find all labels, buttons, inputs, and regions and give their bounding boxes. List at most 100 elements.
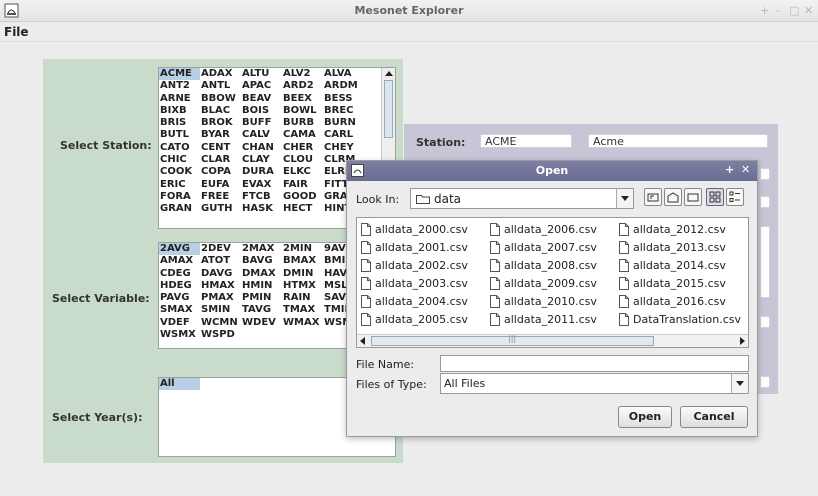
station-option[interactable]: BUFF [241, 117, 282, 129]
variable-option[interactable]: 2MIN [282, 243, 323, 255]
station-option[interactable]: GRAN [159, 203, 200, 215]
variable-option[interactable]: BMAX [282, 255, 323, 267]
variable-option[interactable]: TAVG [241, 304, 282, 316]
station-option[interactable]: BLAC [200, 105, 241, 117]
scroll-left-arrow-icon[interactable] [360, 337, 365, 345]
station-option[interactable]: ALV2 [282, 68, 323, 80]
variable-option[interactable]: CDEG [159, 268, 200, 280]
file-item[interactable]: DataTranslation.csv [619, 312, 741, 330]
variable-option[interactable]: HMIN [241, 280, 282, 292]
station-option[interactable]: BURN [323, 117, 364, 129]
window-pin-button[interactable]: + [760, 4, 769, 17]
dialog-pin-button[interactable]: + [725, 163, 734, 176]
file-item[interactable]: alldata_2015.csv [619, 276, 741, 294]
variable-option[interactable]: WSPD [200, 329, 241, 341]
station-option[interactable]: EVAX [241, 179, 282, 191]
window-maximize-button[interactable]: □ [789, 4, 799, 17]
station-option[interactable]: CHER [282, 142, 323, 154]
scroll-up-arrow-icon[interactable] [385, 71, 393, 76]
variable-option[interactable]: 2MAX [241, 243, 282, 255]
station-option[interactable]: BEEX [282, 93, 323, 105]
file-item[interactable]: alldata_2010.csv [490, 294, 597, 312]
file-item[interactable]: alldata_2005.csv [361, 312, 468, 330]
list-view-button[interactable] [706, 188, 724, 206]
station-option[interactable]: CAMA [282, 129, 323, 141]
cancel-button[interactable]: Cancel [680, 406, 748, 428]
file-list-hscrollbar[interactable]: ||| [357, 334, 748, 347]
variable-option[interactable]: VDEF [159, 317, 200, 329]
file-item[interactable]: alldata_2008.csv [490, 258, 597, 276]
file-item[interactable]: alldata_2011.csv [490, 312, 597, 330]
station-option[interactable]: ALVA [323, 68, 364, 80]
variable-option[interactable]: HTMX [282, 280, 323, 292]
new-folder-button[interactable] [684, 188, 702, 206]
station-option[interactable]: HASK [241, 203, 282, 215]
scroll-thumb[interactable]: ||| [371, 334, 654, 346]
file-item[interactable]: alldata_2012.csv [619, 222, 741, 240]
station-option[interactable]: CENT [200, 142, 241, 154]
station-option[interactable]: ARNE [159, 93, 200, 105]
variable-option[interactable]: 2DEV [200, 243, 241, 255]
variable-option[interactable]: HMAX [200, 280, 241, 292]
station-option[interactable]: CARL [323, 129, 364, 141]
year-option[interactable]: All [159, 378, 200, 391]
station-option[interactable]: ERIC [159, 179, 200, 191]
station-option[interactable]: ADAX [200, 68, 241, 80]
station-option[interactable]: COOK [159, 166, 200, 178]
station-option[interactable]: COPA [200, 166, 241, 178]
details-view-button[interactable] [726, 188, 744, 206]
file-item[interactable]: alldata_2009.csv [490, 276, 597, 294]
window-close-button[interactable]: ✕ [804, 4, 813, 17]
station-option[interactable]: FAIR [282, 179, 323, 191]
station-option[interactable]: BESS [323, 93, 364, 105]
station-option[interactable]: ALTU [241, 68, 282, 80]
variable-option[interactable]: WCMN [200, 317, 241, 329]
file-item[interactable]: alldata_2002.csv [361, 258, 468, 276]
station-option[interactable]: CATO [159, 142, 200, 154]
station-option[interactable]: BUTL [159, 129, 200, 141]
file-item[interactable]: alldata_2013.csv [619, 240, 741, 258]
variable-option[interactable]: PMIN [241, 292, 282, 304]
files-of-type-combo[interactable]: All Files [440, 373, 749, 394]
station-option[interactable]: BEAV [241, 93, 282, 105]
station-option[interactable]: BBOW [200, 93, 241, 105]
dialog-close-button[interactable]: ✕ [741, 163, 750, 176]
scroll-right-arrow-icon[interactable] [740, 337, 745, 345]
station-option[interactable]: CLOU [282, 154, 323, 166]
home-folder-button[interactable] [664, 188, 682, 206]
station-option[interactable]: DURA [241, 166, 282, 178]
look-in-combo[interactable]: data [410, 188, 634, 209]
variable-option[interactable]: BAVG [241, 255, 282, 267]
station-option[interactable]: FTCB [241, 191, 282, 203]
variable-option[interactable]: ATOT [200, 255, 241, 267]
station-option[interactable]: ARDM [323, 80, 364, 92]
station-option[interactable]: CLAY [241, 154, 282, 166]
variable-option[interactable]: AMAX [159, 255, 200, 267]
file-item[interactable]: alldata_2014.csv [619, 258, 741, 276]
variable-option[interactable]: SMAX [159, 304, 200, 316]
window-minimize-button[interactable]: – [775, 4, 781, 17]
station-option[interactable]: BOWL [282, 105, 323, 117]
variable-option[interactable]: DMIN [282, 268, 323, 280]
chevron-down-icon[interactable] [731, 374, 748, 393]
file-item[interactable]: alldata_2003.csv [361, 276, 468, 294]
station-option[interactable]: ANTL [200, 80, 241, 92]
variable-option[interactable]: 2AVG [159, 243, 200, 256]
station-option[interactable]: BYAR [200, 129, 241, 141]
station-option[interactable]: FORA [159, 191, 200, 203]
variable-option[interactable]: TMAX [282, 304, 323, 316]
file-name-input[interactable] [440, 355, 749, 372]
station-option[interactable]: BURB [282, 117, 323, 129]
scroll-thumb[interactable] [384, 80, 393, 138]
open-button[interactable]: Open [618, 406, 672, 428]
station-option[interactable]: CHAN [241, 142, 282, 154]
variable-option[interactable]: DAVG [200, 268, 241, 280]
station-option[interactable]: ANT2 [159, 80, 200, 92]
station-option[interactable]: CHIC [159, 154, 200, 166]
file-list[interactable]: alldata_2000.csv alldata_2001.csv alldata_… [356, 217, 749, 348]
file-item[interactable]: alldata_2006.csv [490, 222, 597, 240]
variable-option[interactable]: PAVG [159, 292, 200, 304]
file-item[interactable]: alldata_2001.csv [361, 240, 468, 258]
chevron-down-icon[interactable] [616, 189, 633, 208]
station-option[interactable]: HECT [282, 203, 323, 215]
